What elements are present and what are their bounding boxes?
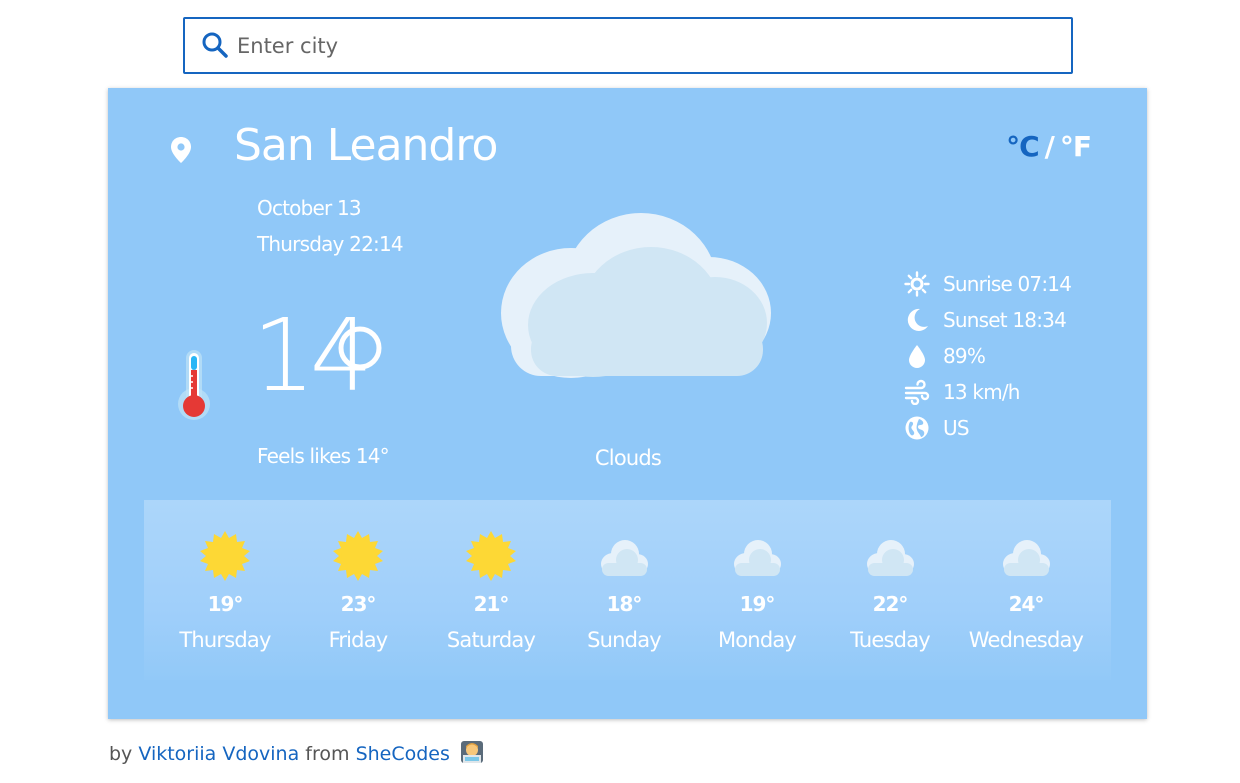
footer-middle: from xyxy=(305,743,350,765)
sun-icon xyxy=(466,531,516,581)
sun-icon xyxy=(200,531,250,581)
humidity-text: 89% xyxy=(943,344,986,368)
forecast-strip: 19° Thursday 23° Friday 21° Saturday 18°… xyxy=(144,500,1111,680)
city-name: San Leandro xyxy=(234,120,498,171)
current-date: October 13 xyxy=(257,196,362,220)
forecast-temp: 19° xyxy=(739,592,776,616)
forecast-temp: 22° xyxy=(872,592,909,616)
detail-country: US xyxy=(904,410,1071,446)
forecast-day-name: Thursday xyxy=(179,628,271,652)
degree-symbol xyxy=(338,326,382,370)
cloud-icon xyxy=(601,540,648,576)
forecast-temp: 23° xyxy=(340,592,377,616)
cloud-icon xyxy=(1003,540,1050,576)
fahrenheit-link[interactable]: °F xyxy=(1060,130,1092,163)
city-search-box[interactable] xyxy=(183,17,1073,74)
shecodes-link[interactable]: SheCodes xyxy=(356,743,450,765)
forecast-day-name: Saturday xyxy=(446,628,536,652)
wind-icon xyxy=(904,379,930,405)
forecast-day-name: Friday xyxy=(328,628,389,652)
unit-toggle: °C / °F xyxy=(1006,130,1092,163)
weather-details: Sunrise 07:14 Sunset 18:34 89% 13 km/h U… xyxy=(904,266,1072,446)
unit-separator: / xyxy=(1044,130,1055,163)
footer-prefix: by xyxy=(109,743,133,765)
location-pin-icon xyxy=(171,137,191,163)
footer-credit: by Viktoriia Vdovina from SheCodes xyxy=(109,740,484,765)
sunrise-text: Sunrise 07:14 xyxy=(943,272,1072,296)
moon-icon xyxy=(904,307,930,333)
globe-icon xyxy=(904,415,930,441)
country-text: US xyxy=(943,416,970,440)
cloud-icon xyxy=(867,540,914,576)
sun-icon xyxy=(333,531,383,581)
forecast-temp: 18° xyxy=(606,592,643,616)
sun-icon xyxy=(904,271,930,297)
weather-card: San Leandro °C / °F October 13 Thursday 22… xyxy=(108,88,1147,719)
wind-text: 13 km/h xyxy=(943,380,1020,404)
forecast-day-name: Tuesday xyxy=(850,628,931,652)
sunset-text: Sunset 18:34 xyxy=(943,308,1067,332)
celsius-link[interactable]: °C xyxy=(1006,130,1040,163)
detail-sunrise: Sunrise 07:14 xyxy=(904,266,1072,302)
detail-humidity: 89% xyxy=(904,338,1071,374)
forecast-temp: 24° xyxy=(1008,592,1045,616)
forecast-temp: 19° xyxy=(207,592,244,616)
search-icon xyxy=(202,32,228,58)
forecast-day-name: Wednesday xyxy=(968,628,1084,652)
cloud-icon xyxy=(734,540,781,576)
weather-description: Clouds xyxy=(594,446,662,470)
thermometer-icon xyxy=(178,350,210,420)
current-day-time: Thursday 22:14 xyxy=(257,232,404,256)
detail-wind: 13 km/h xyxy=(904,374,1071,410)
city-search-input[interactable] xyxy=(237,27,1037,65)
forecast-day-name: Sunday xyxy=(587,628,662,652)
cloud-icon xyxy=(501,213,771,378)
droplet-icon xyxy=(904,343,930,369)
forecast-temp: 21° xyxy=(473,592,510,616)
coder-emoji-icon xyxy=(460,741,483,763)
feels-like: Feels likes 14° xyxy=(257,444,390,468)
forecast-day-name: Monday xyxy=(717,628,797,652)
author-link[interactable]: Viktoriia Vdovina xyxy=(138,743,299,765)
detail-sunset: Sunset 18:34 xyxy=(904,302,1071,338)
